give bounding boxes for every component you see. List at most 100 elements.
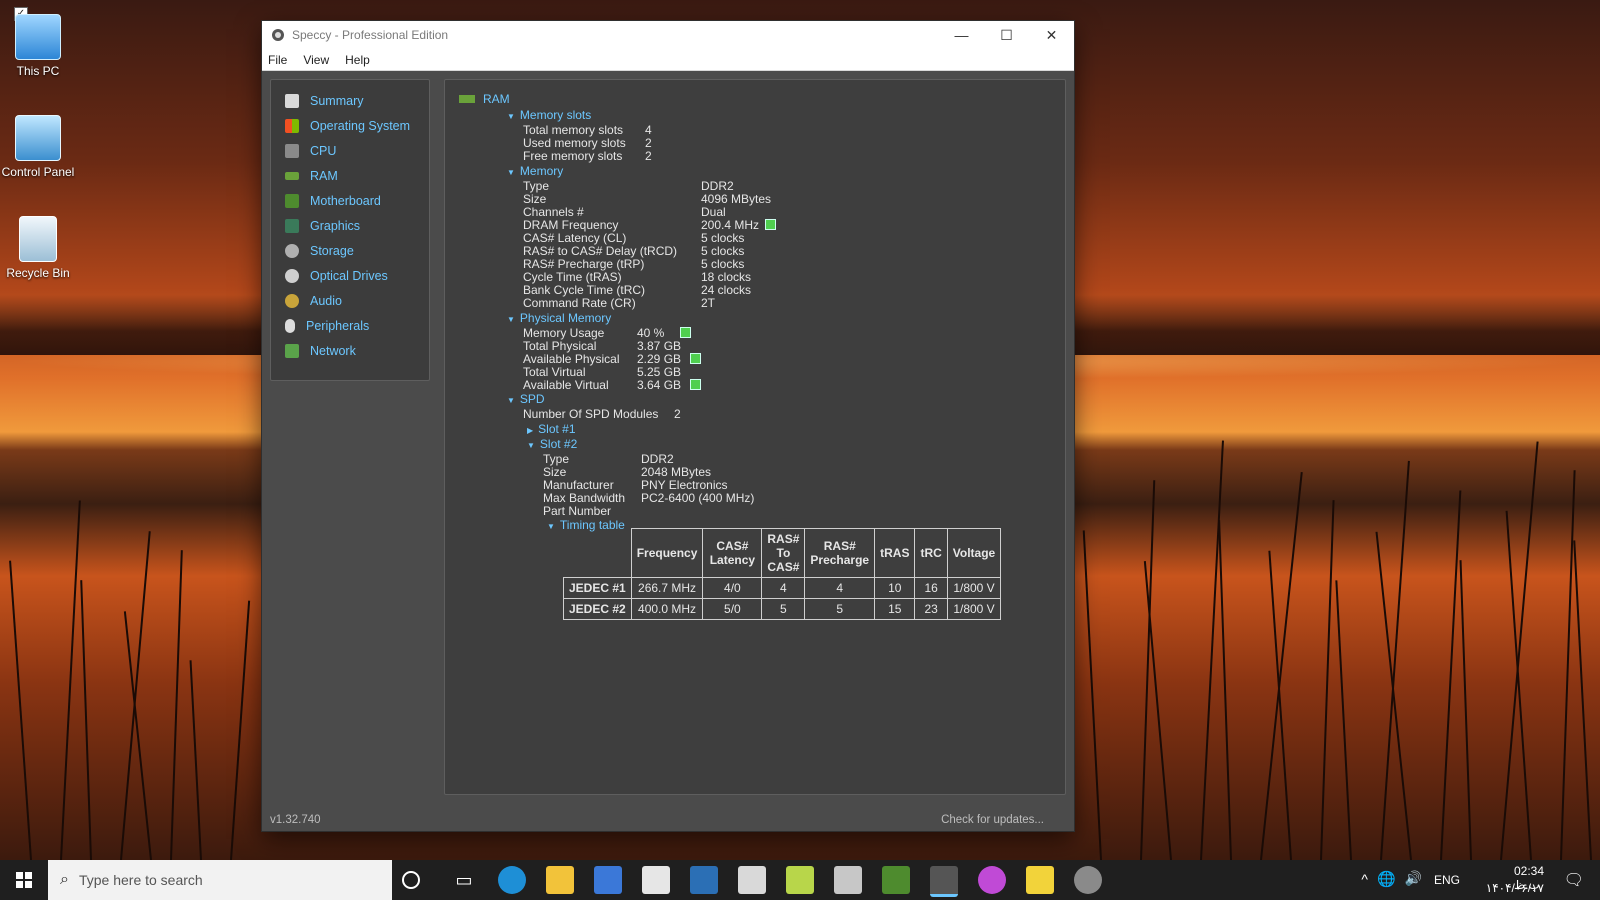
- detail-row: Available Virtual 3.64 GB: [523, 378, 743, 392]
- clock-date[interactable]: ۱۴۰۴/۰۶/۱۷: [1486, 881, 1544, 895]
- column-header: RAS# To CAS#: [761, 528, 806, 578]
- memory-section[interactable]: ▼ Memory: [507, 164, 563, 178]
- desktop-icon-control-panel[interactable]: Control Panel: [0, 115, 76, 179]
- computer-icon: [15, 14, 61, 60]
- graph-indicator-icon[interactable]: [690, 379, 702, 390]
- sidebar-item-graphics[interactable]: Graphics: [271, 213, 429, 238]
- column-header: Frequency: [630, 528, 704, 578]
- search-placeholder: Type here to search: [78, 872, 203, 888]
- start-button[interactable]: [0, 860, 48, 900]
- task-view-icon[interactable]: ▭: [450, 866, 478, 894]
- expand-arrow-icon: ▼: [527, 441, 535, 450]
- hardware-monitor-icon[interactable]: [882, 866, 910, 894]
- reed-stalk: [1500, 441, 1539, 861]
- column-header: CAS# Latency: [702, 528, 763, 578]
- detail-row: Max Bandwidth PC2-6400 (400 MHz): [543, 491, 755, 505]
- detail-row: RAS# to CAS# Delay (tRCD) 5 clocks: [523, 244, 745, 258]
- slot-2-node[interactable]: ▼ Slot #2: [527, 437, 577, 451]
- slot-1-node[interactable]: ▶ Slot #1: [527, 422, 576, 436]
- sidebar-item-network[interactable]: Network: [271, 338, 429, 363]
- detail-row: Type DDR2: [523, 179, 734, 193]
- taskbar-search-box[interactable]: ⌕ Type here to search: [48, 860, 392, 900]
- control-panel-icon: [15, 115, 61, 161]
- sidebar-item-optical-drives[interactable]: Optical Drives: [271, 263, 429, 288]
- notification-icon[interactable]: 🗨: [1564, 870, 1584, 890]
- detail-row: Manufacturer PNY Electronics: [543, 478, 728, 492]
- store-icon[interactable]: [594, 866, 622, 894]
- reed-stalk: [1200, 440, 1224, 861]
- reed-stalk: [1335, 580, 1352, 861]
- table-row: JEDEC #1 266.7 MHz 4/0 4 4 10 16 1/800 V: [563, 577, 1002, 599]
- desktop-icon-this-pc[interactable]: This PC: [0, 14, 76, 78]
- drive-tool-icon[interactable]: [738, 866, 766, 894]
- physical-memory-section[interactable]: ▼ Physical Memory: [507, 311, 611, 325]
- app-icon[interactable]: [1074, 866, 1102, 894]
- reed-stalk: [1459, 560, 1472, 861]
- reed-stalk: [9, 560, 32, 861]
- menu-help[interactable]: Help: [337, 53, 378, 67]
- mouse-icon: [285, 318, 295, 333]
- minimize-button[interactable]: —: [939, 21, 984, 49]
- menu-file[interactable]: File: [262, 53, 295, 67]
- detail-row: RAS# Precharge (tRP) 5 clocks: [523, 257, 745, 271]
- reed-stalk: [80, 580, 92, 861]
- reed-stalk: [1505, 510, 1532, 861]
- ram-icon: [459, 95, 475, 103]
- close-button[interactable]: ✕: [1029, 21, 1074, 49]
- graph-indicator-icon[interactable]: [680, 327, 692, 338]
- detail-row: Total Virtual 5.25 GB: [523, 365, 682, 379]
- paint-icon[interactable]: [786, 866, 814, 894]
- title-bar[interactable]: Speccy - Professional Edition — ☐ ✕: [262, 21, 1074, 49]
- paint-3d-icon[interactable]: [978, 866, 1006, 894]
- language-indicator[interactable]: ENG: [1434, 873, 1460, 887]
- sidebar-item-peripherals[interactable]: Peripherals: [271, 313, 429, 338]
- sidebar-item-operating-system[interactable]: Operating System: [271, 113, 429, 138]
- mail-icon[interactable]: [642, 866, 670, 894]
- spd-section[interactable]: ▼ SPD: [507, 392, 545, 406]
- hard-drive-icon: [285, 243, 299, 258]
- sidebar-item-cpu[interactable]: CPU: [271, 138, 429, 163]
- detail-row: Part Number: [543, 504, 612, 518]
- menu-view[interactable]: View: [295, 53, 337, 67]
- sidebar-item-ram[interactable]: RAM: [271, 163, 429, 188]
- column-header: tRAS: [874, 528, 916, 578]
- cortana-icon[interactable]: [402, 871, 420, 889]
- graph-indicator-icon[interactable]: [765, 219, 777, 230]
- check-updates-link[interactable]: Check for updates...: [941, 814, 1044, 826]
- file-explorer-icon[interactable]: [546, 866, 574, 894]
- sidebar-item-summary[interactable]: Summary: [271, 88, 429, 113]
- detail-row: Size 2048 MBytes: [543, 465, 712, 479]
- volume-icon[interactable]: 🔊: [1405, 870, 1422, 887]
- detail-row: Number Of SPD Modules 2: [523, 407, 681, 421]
- network-icon: [285, 343, 299, 358]
- motherboard-icon: [285, 193, 299, 208]
- archive-tool-icon[interactable]: [834, 866, 862, 894]
- memory-slots-section[interactable]: ▼ Memory slots: [507, 108, 591, 122]
- speaker-icon: [285, 293, 299, 308]
- detail-row: Free memory slots 2: [523, 149, 652, 163]
- search-icon: ⌕: [60, 871, 69, 888]
- sidebar-item-audio[interactable]: Audio: [271, 288, 429, 313]
- desktop-icon-recycle-bin[interactable]: Recycle Bin: [0, 216, 76, 280]
- player-icon[interactable]: [1026, 866, 1054, 894]
- globe-icon[interactable]: 🌐: [1377, 870, 1396, 888]
- ram-details-panel: RAM ▼ Memory slots Total memory slots 4 Us…: [444, 79, 1066, 795]
- speccy-taskbar-icon[interactable]: [930, 866, 958, 897]
- edge-browser-icon[interactable]: [498, 866, 526, 894]
- graph-indicator-icon[interactable]: [690, 353, 702, 364]
- sidebar-item-storage[interactable]: Storage: [271, 238, 429, 263]
- taskbar: ⌕ Type here to search ▭ ^ 🌐 🔊 ENG 02:34 …: [0, 860, 1600, 900]
- maximize-button[interactable]: ☐: [984, 21, 1029, 49]
- sidebar-item-motherboard[interactable]: Motherboard: [271, 188, 429, 213]
- desktop-icon-label: Recycle Bin: [6, 266, 70, 280]
- calculator-icon[interactable]: [690, 866, 718, 894]
- monitor-icon: [285, 218, 299, 233]
- reed-stalk: [189, 660, 202, 861]
- desktop-icon-label: Control Panel: [1, 165, 75, 179]
- expand-arrow-icon: ▼: [507, 168, 515, 177]
- detail-row: Type DDR2: [543, 452, 674, 466]
- detail-row: Cycle Time (tRAS) 18 clocks: [523, 270, 752, 284]
- detail-row: Command Rate (CR) 2T: [523, 296, 716, 310]
- speccy-window: Speccy - Professional Edition — ☐ ✕ File…: [262, 21, 1074, 831]
- chevron-up-icon[interactable]: ^: [1361, 871, 1368, 887]
